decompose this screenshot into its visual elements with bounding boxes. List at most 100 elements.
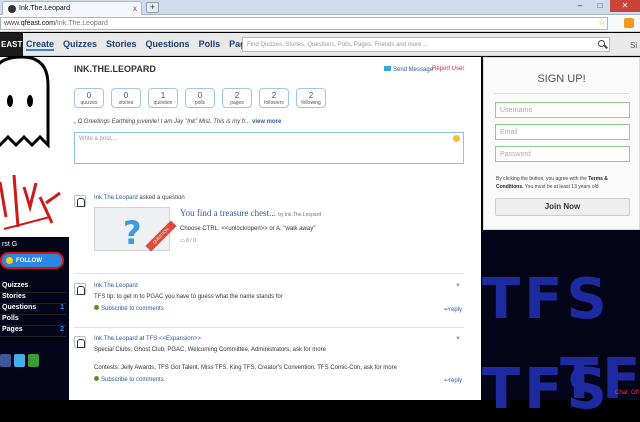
facebook-icon[interactable] [0, 354, 11, 367]
url-prefix: www. [4, 20, 21, 27]
email-field[interactable]: Email [495, 124, 630, 140]
bio-text: „ Ω Greetings Earthling juvenile! I am J… [74, 119, 251, 125]
chevron-down-icon[interactable]: ▼ [455, 283, 461, 289]
left-stats-list: Quizzes Stories Questions 1 Polls Pages 2 [0, 282, 66, 337]
left-stat-stories[interactable]: Stories [0, 293, 66, 304]
question-thumbnail[interactable]: ? QUESTION [94, 207, 177, 252]
background-text: TFS [482, 267, 611, 332]
browser-tab[interactable]: Ink.The.Leopard x [2, 1, 142, 15]
stat-number: 2 [234, 91, 240, 100]
avatar[interactable] [74, 195, 86, 207]
report-user-link[interactable]: Report User [432, 66, 464, 72]
signup-panel: SIGN UP! Username Email Password By clic… [483, 57, 640, 230]
view-more-link[interactable]: view more [252, 119, 281, 125]
feed-at: at [139, 336, 145, 342]
password-field[interactable]: Password [495, 146, 630, 162]
share-icon[interactable] [28, 354, 39, 367]
browser-tabbar: Ink.The.Leopard x + – □ ✕ [0, 0, 640, 15]
question-title-text: You find a treasure chest... [180, 208, 276, 218]
comment-icon: ▭ [180, 238, 185, 244]
nav-quizzes[interactable]: Quizzes [63, 39, 97, 51]
stat-quizzes[interactable]: 0 quizzes [74, 88, 104, 108]
feed-user-link[interactable]: Ink.The.Leopard [94, 195, 138, 201]
write-post-input[interactable]: Write a post.... [74, 132, 464, 164]
post-placeholder: Write a post.... [79, 136, 118, 142]
stat-stories[interactable]: 0 stories [111, 88, 141, 108]
left-stat-label: Stories [2, 293, 26, 300]
bookmark-star-icon[interactable]: ☆ [598, 17, 606, 28]
left-stat-label: Pages [2, 326, 23, 333]
feed-user-link[interactable]: Ink.The.Leopard [94, 283, 138, 289]
stat-label: quizzes [80, 100, 98, 106]
reply-link[interactable]: ↩reply [444, 377, 462, 384]
follow-icon [6, 257, 13, 264]
question-counts: 0 / 0 [186, 238, 196, 244]
feed-text: TFS tip: to get in to PGAC you have to g… [94, 294, 283, 300]
tab-close-icon[interactable]: x [133, 4, 137, 13]
nav-stories[interactable]: Stories [106, 39, 137, 51]
send-message-link[interactable]: Send Message [384, 66, 433, 73]
left-stat-questions[interactable]: Questions 1 [0, 304, 66, 315]
stat-number: 2 [271, 91, 277, 100]
subscribe-link[interactable]: Subscribe to comments [94, 305, 164, 312]
question-author: by Ink.The.Leopard [278, 212, 322, 218]
question-title[interactable]: You find a treasure chest... by Ink.The.… [180, 208, 321, 218]
subscribe-link[interactable]: Subscribe to comments [94, 376, 164, 383]
stat-followers[interactable]: 2 followers [259, 88, 289, 108]
stat-number: 1 [160, 91, 166, 100]
window-close-icon[interactable]: ✕ [610, 0, 640, 12]
ghost-drawing-icon [0, 55, 61, 230]
feed-user-link[interactable]: Ink.The.Leopard [94, 336, 138, 342]
left-stat-pages[interactable]: Pages 2 [0, 326, 66, 337]
stat-number: 0 [123, 91, 129, 100]
stat-label: question [153, 100, 173, 106]
stat-label: polls [194, 100, 206, 106]
left-stat-quizzes[interactable]: Quizzes [0, 282, 66, 293]
chat-status[interactable]: Chat: Off [615, 390, 639, 396]
left-stat-polls[interactable]: Polls [0, 315, 66, 326]
nav-polls[interactable]: Polls [199, 39, 221, 51]
signin-link[interactable]: Si [630, 41, 637, 50]
terms-text: By clicking the button, you agree with t… [496, 176, 587, 182]
stat-question[interactable]: 1 question [148, 88, 178, 108]
feed-group-link[interactable]: TFS <<Expansion>> [146, 336, 201, 342]
divider [74, 273, 464, 274]
nav-create[interactable]: Create [26, 39, 55, 51]
stat-following[interactable]: 2 following [296, 88, 326, 108]
profile-bio: „ Ω Greetings Earthling juvenile! I am J… [74, 119, 281, 125]
feed-item-header: Ink.The.Leopard [94, 283, 138, 289]
search-icon[interactable] [598, 40, 605, 47]
stat-polls[interactable]: 0 polls [185, 88, 215, 108]
emoji-icon[interactable] [453, 135, 460, 142]
left-stat-label: Questions [2, 304, 37, 311]
avatar[interactable] [74, 336, 86, 348]
join-now-button[interactable]: Join Now [495, 198, 630, 216]
reply-link[interactable]: ↩reply [444, 306, 462, 313]
conditions-link[interactable]: Conditions [496, 184, 522, 190]
feed-text: Contests: Jelly Awards, TFS Got Talent, … [94, 365, 397, 371]
new-tab-button[interactable]: + [146, 2, 159, 13]
profile-name: INK.THE.LEOPARD [74, 64, 156, 74]
avatar[interactable] [74, 283, 86, 295]
terms-link[interactable]: Terms & [588, 176, 608, 182]
question-text: Choose CTRL: <<unlock/open>> or A: "walk… [180, 226, 316, 232]
address-bar: www.qfeast.com/Ink.The.Leopard ☆ [0, 15, 640, 32]
nav-questions[interactable]: Questions [146, 39, 190, 51]
stat-pages[interactable]: 2 pages [222, 88, 252, 108]
profile-main: INK.THE.LEOPARD Send Message Report User… [69, 57, 481, 400]
maximize-icon[interactable]: □ [590, 0, 610, 12]
browser-menu-icon[interactable] [624, 18, 634, 28]
follow-button[interactable]: FOLLOW [0, 252, 64, 269]
username-field[interactable]: Username [495, 102, 630, 118]
stat-number: 2 [308, 91, 314, 100]
left-stat-count: 2 [60, 326, 64, 333]
minimize-icon[interactable]: – [570, 0, 590, 12]
url-input[interactable]: www.qfeast.com/Ink.The.Leopard [0, 17, 608, 30]
twitter-icon[interactable] [14, 354, 25, 367]
feed-text: Special Clubs: Ghost Club, PGAC, Welcomi… [94, 347, 326, 353]
divider [494, 93, 629, 94]
site-search-input[interactable]: Find Quizzes, Stories, Questions, Polls,… [242, 37, 610, 52]
chevron-down-icon[interactable]: ▼ [455, 336, 461, 342]
site-logo[interactable]: EAST [0, 33, 23, 56]
question-ribbon: QUESTION [145, 220, 177, 252]
